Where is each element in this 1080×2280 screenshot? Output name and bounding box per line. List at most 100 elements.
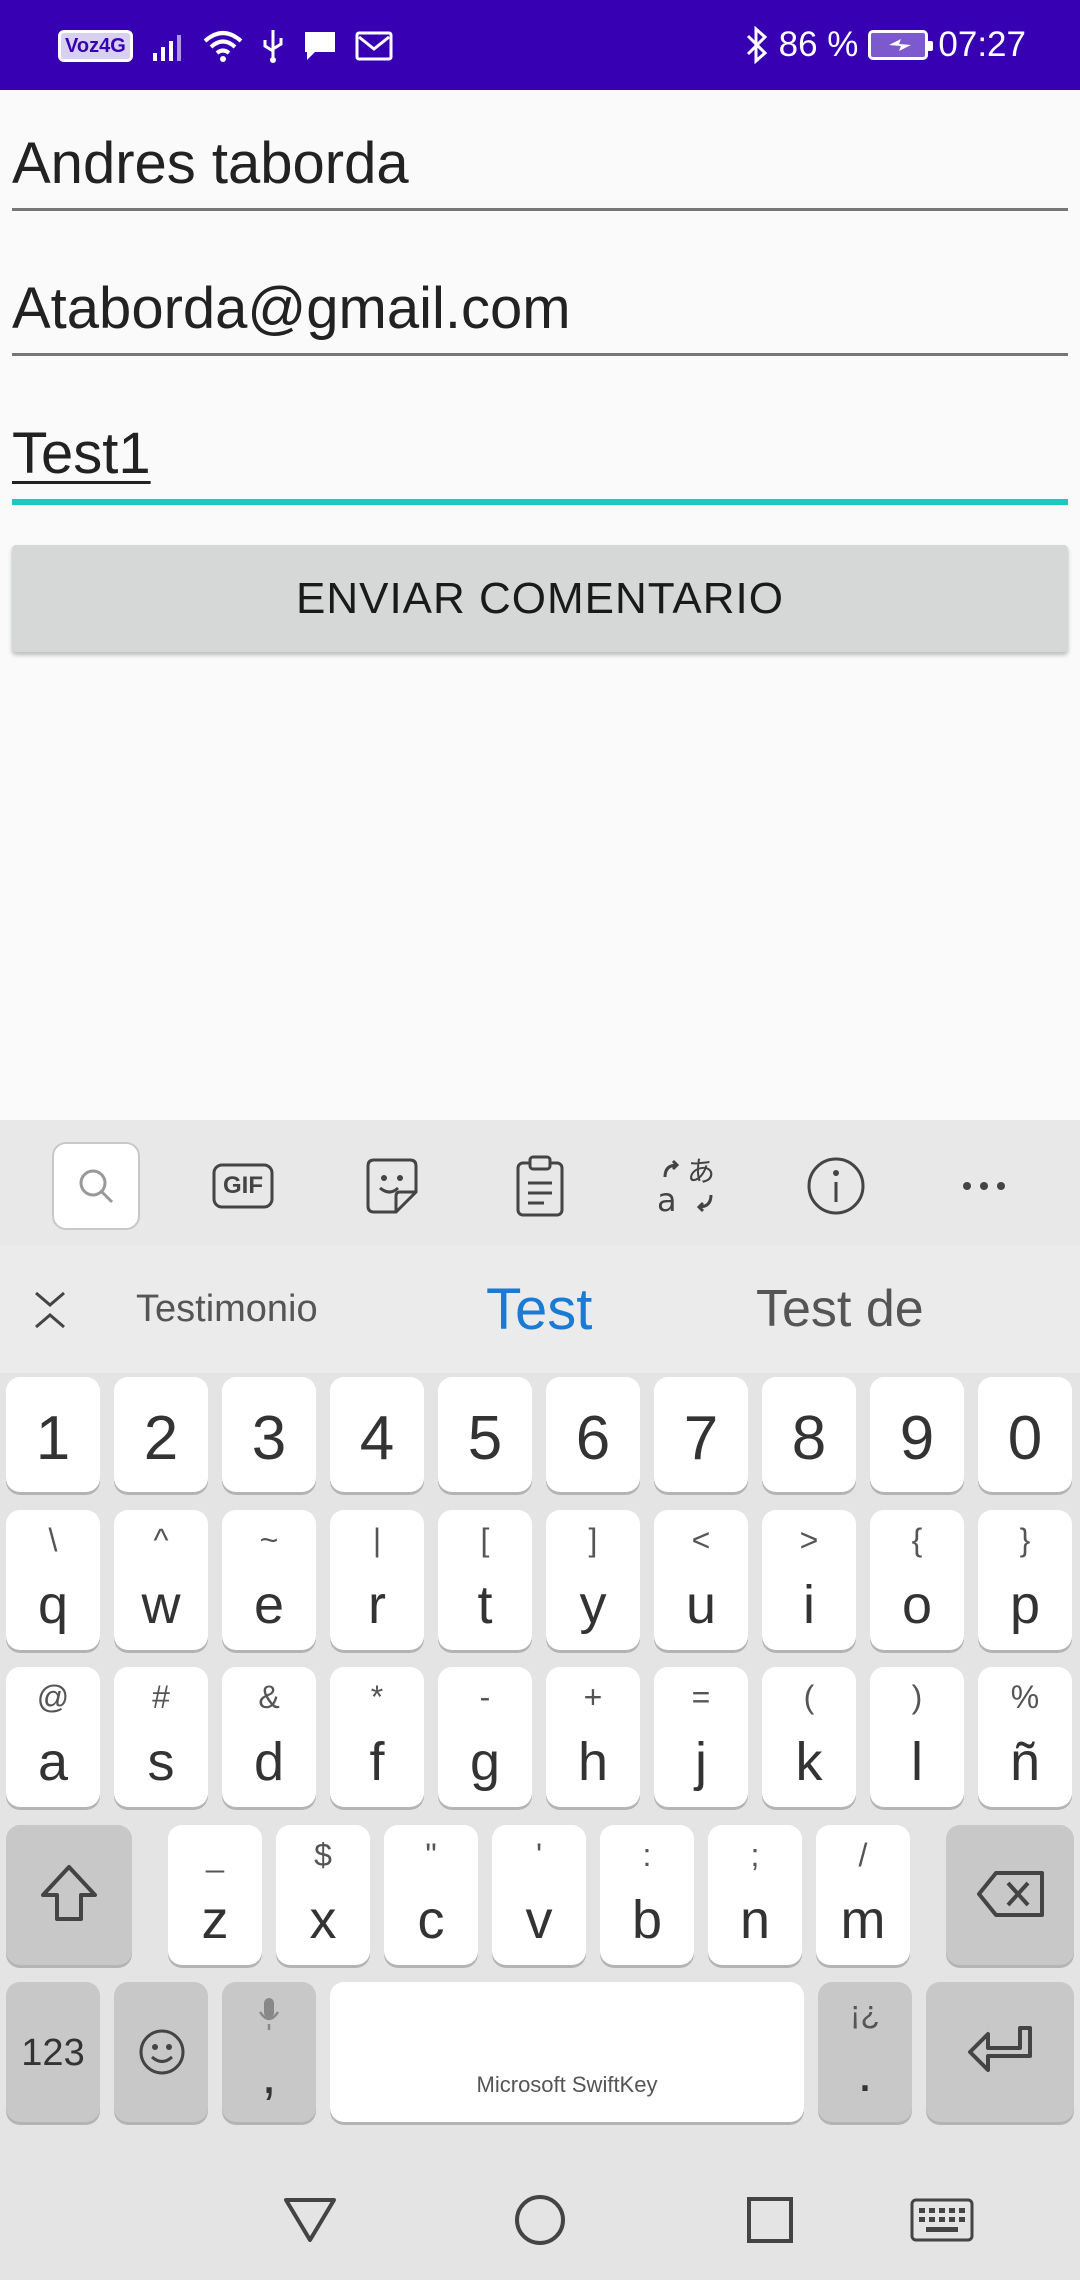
collapse-suggestions-icon[interactable] bbox=[30, 1245, 70, 1373]
key-e[interactable]: ~ e bbox=[222, 1510, 316, 1650]
volte-badge: Voz4G bbox=[58, 30, 133, 62]
key-label: 5 bbox=[467, 1404, 503, 1473]
more-icon[interactable] bbox=[940, 1142, 1028, 1230]
key-secondary-label: # bbox=[152, 1679, 170, 1715]
email-field[interactable]: Ataborda@gmail.com bbox=[12, 265, 1068, 360]
keyboard-switch-icon[interactable] bbox=[910, 2190, 974, 2250]
key-7[interactable]: 7 bbox=[654, 1377, 748, 1492]
key-a[interactable]: @ a bbox=[6, 1667, 100, 1807]
key-ñ[interactable]: % ñ bbox=[978, 1667, 1072, 1807]
send-comment-button[interactable]: ENVIAR COMENTARIO bbox=[12, 545, 1068, 652]
search-icon[interactable] bbox=[52, 1142, 140, 1230]
key-5[interactable]: 5 bbox=[438, 1377, 532, 1492]
suggestion-3[interactable]: Test de bbox=[756, 1245, 924, 1373]
key-label: q bbox=[37, 1575, 69, 1635]
key-0[interactable]: 0 bbox=[978, 1377, 1072, 1492]
key-b[interactable]: :b bbox=[600, 1825, 694, 1965]
key-i[interactable]: > i bbox=[762, 1510, 856, 1650]
back-icon[interactable] bbox=[280, 2190, 340, 2250]
key-h[interactable]: + h bbox=[546, 1667, 640, 1807]
key-g[interactable]: -g bbox=[438, 1667, 532, 1807]
key-x[interactable]: $ x bbox=[276, 1825, 370, 1965]
microphone-icon bbox=[258, 1998, 280, 2030]
name-field[interactable]: Andres taborda bbox=[12, 120, 1068, 215]
key-d[interactable]: & d bbox=[222, 1667, 316, 1807]
key-label: h bbox=[577, 1732, 609, 1792]
key-u[interactable]: < u bbox=[654, 1510, 748, 1650]
key-k[interactable]: (k bbox=[762, 1667, 856, 1807]
key-label: i bbox=[803, 1575, 815, 1635]
key-label: , bbox=[261, 2045, 277, 2105]
key-w[interactable]: ^ w bbox=[114, 1510, 208, 1650]
key-8[interactable]: 8 bbox=[762, 1377, 856, 1492]
key-z[interactable]: _ z bbox=[168, 1825, 262, 1965]
key-secondary-label: " bbox=[425, 1837, 437, 1873]
key-y[interactable]: ] y bbox=[546, 1510, 640, 1650]
home-icon[interactable] bbox=[510, 2190, 570, 2250]
key-1[interactable]: 1 bbox=[6, 1377, 100, 1492]
key-j[interactable]: = j bbox=[654, 1667, 748, 1807]
email-field-value: Ataborda@gmail.com bbox=[12, 276, 571, 341]
key-m[interactable]: / m bbox=[816, 1825, 910, 1965]
suggestion-2[interactable]: Test bbox=[486, 1245, 592, 1373]
gif-icon[interactable]: GIF bbox=[199, 1142, 287, 1230]
enter-key[interactable] bbox=[926, 1982, 1074, 2122]
key-label: x bbox=[309, 1890, 337, 1950]
key-f[interactable]: * f bbox=[330, 1667, 424, 1807]
key-9[interactable]: 9 bbox=[870, 1377, 964, 1492]
key-v[interactable]: ' v bbox=[492, 1825, 586, 1965]
key-n[interactable]: ; n bbox=[708, 1825, 802, 1965]
key-label: z bbox=[201, 1890, 229, 1950]
emoji-icon bbox=[139, 2029, 185, 2075]
key-l[interactable]: ) l bbox=[870, 1667, 964, 1807]
key-s[interactable]: # s bbox=[114, 1667, 208, 1807]
comma-key[interactable]: , bbox=[222, 1982, 316, 2122]
clock: 07:27 bbox=[938, 25, 1026, 64]
info-icon[interactable] bbox=[792, 1142, 880, 1230]
message-icon bbox=[304, 32, 335, 60]
key-3[interactable]: 3 bbox=[222, 1377, 316, 1492]
suggestion-1[interactable]: Testimonio bbox=[136, 1245, 318, 1373]
key-secondary-label: + bbox=[583, 1679, 603, 1715]
key-secondary-label: } bbox=[1019, 1522, 1031, 1558]
key-label: w bbox=[141, 1575, 181, 1635]
key-t[interactable]: [t bbox=[438, 1510, 532, 1650]
key-4[interactable]: 4 bbox=[330, 1377, 424, 1492]
key-r[interactable]: | r bbox=[330, 1510, 424, 1650]
comment-field[interactable]: Test1 bbox=[12, 410, 1068, 510]
key-secondary-label: ¡¿ bbox=[849, 1994, 881, 2030]
recents-icon[interactable] bbox=[740, 2190, 800, 2250]
numbers-key[interactable]: 123 bbox=[6, 1982, 100, 2122]
key-secondary-label: ~ bbox=[259, 1522, 279, 1558]
key-c[interactable]: " c bbox=[384, 1825, 478, 1965]
translate-icon[interactable]: aあ bbox=[644, 1142, 732, 1230]
usb-icon bbox=[263, 30, 283, 63]
key-secondary-label: ' bbox=[535, 1837, 543, 1873]
key-o[interactable]: {o bbox=[870, 1510, 964, 1650]
key-p[interactable]: } p bbox=[978, 1510, 1072, 1650]
key-label: r bbox=[368, 1575, 386, 1635]
shift-key[interactable] bbox=[6, 1825, 132, 1965]
key-q[interactable]: \ q bbox=[6, 1510, 100, 1650]
key-label: g bbox=[469, 1732, 501, 1792]
key-2[interactable]: 2 bbox=[114, 1377, 208, 1492]
sticker-icon[interactable] bbox=[348, 1142, 436, 1230]
key-secondary-label: $ bbox=[314, 1837, 332, 1873]
clipboard-icon[interactable] bbox=[496, 1142, 584, 1230]
gif-label: GIF bbox=[223, 1172, 263, 1199]
status-bar: Voz4G 86 % 07:27 bbox=[0, 0, 1080, 90]
keyboard: GIF aあ Testimonio Test Test de 123456789… bbox=[0, 1120, 1080, 2280]
key-secondary-label: / bbox=[858, 1837, 868, 1873]
period-key[interactable]: ¡¿. bbox=[818, 1982, 912, 2122]
battery-percent: 86 % bbox=[778, 25, 859, 64]
key-label: 7 bbox=[683, 1404, 719, 1473]
space-key[interactable]: Microsoft SwiftKey bbox=[330, 1982, 804, 2122]
key-secondary-label: ) bbox=[911, 1679, 923, 1715]
backspace-key[interactable] bbox=[946, 1825, 1074, 1965]
key-label: y bbox=[579, 1575, 607, 1635]
key-label: 0 bbox=[1007, 1404, 1043, 1473]
key-label: f bbox=[369, 1732, 385, 1792]
key-6[interactable]: 6 bbox=[546, 1377, 640, 1492]
name-field-value: Andres taborda bbox=[12, 131, 409, 196]
emoji-key[interactable] bbox=[114, 1982, 208, 2122]
